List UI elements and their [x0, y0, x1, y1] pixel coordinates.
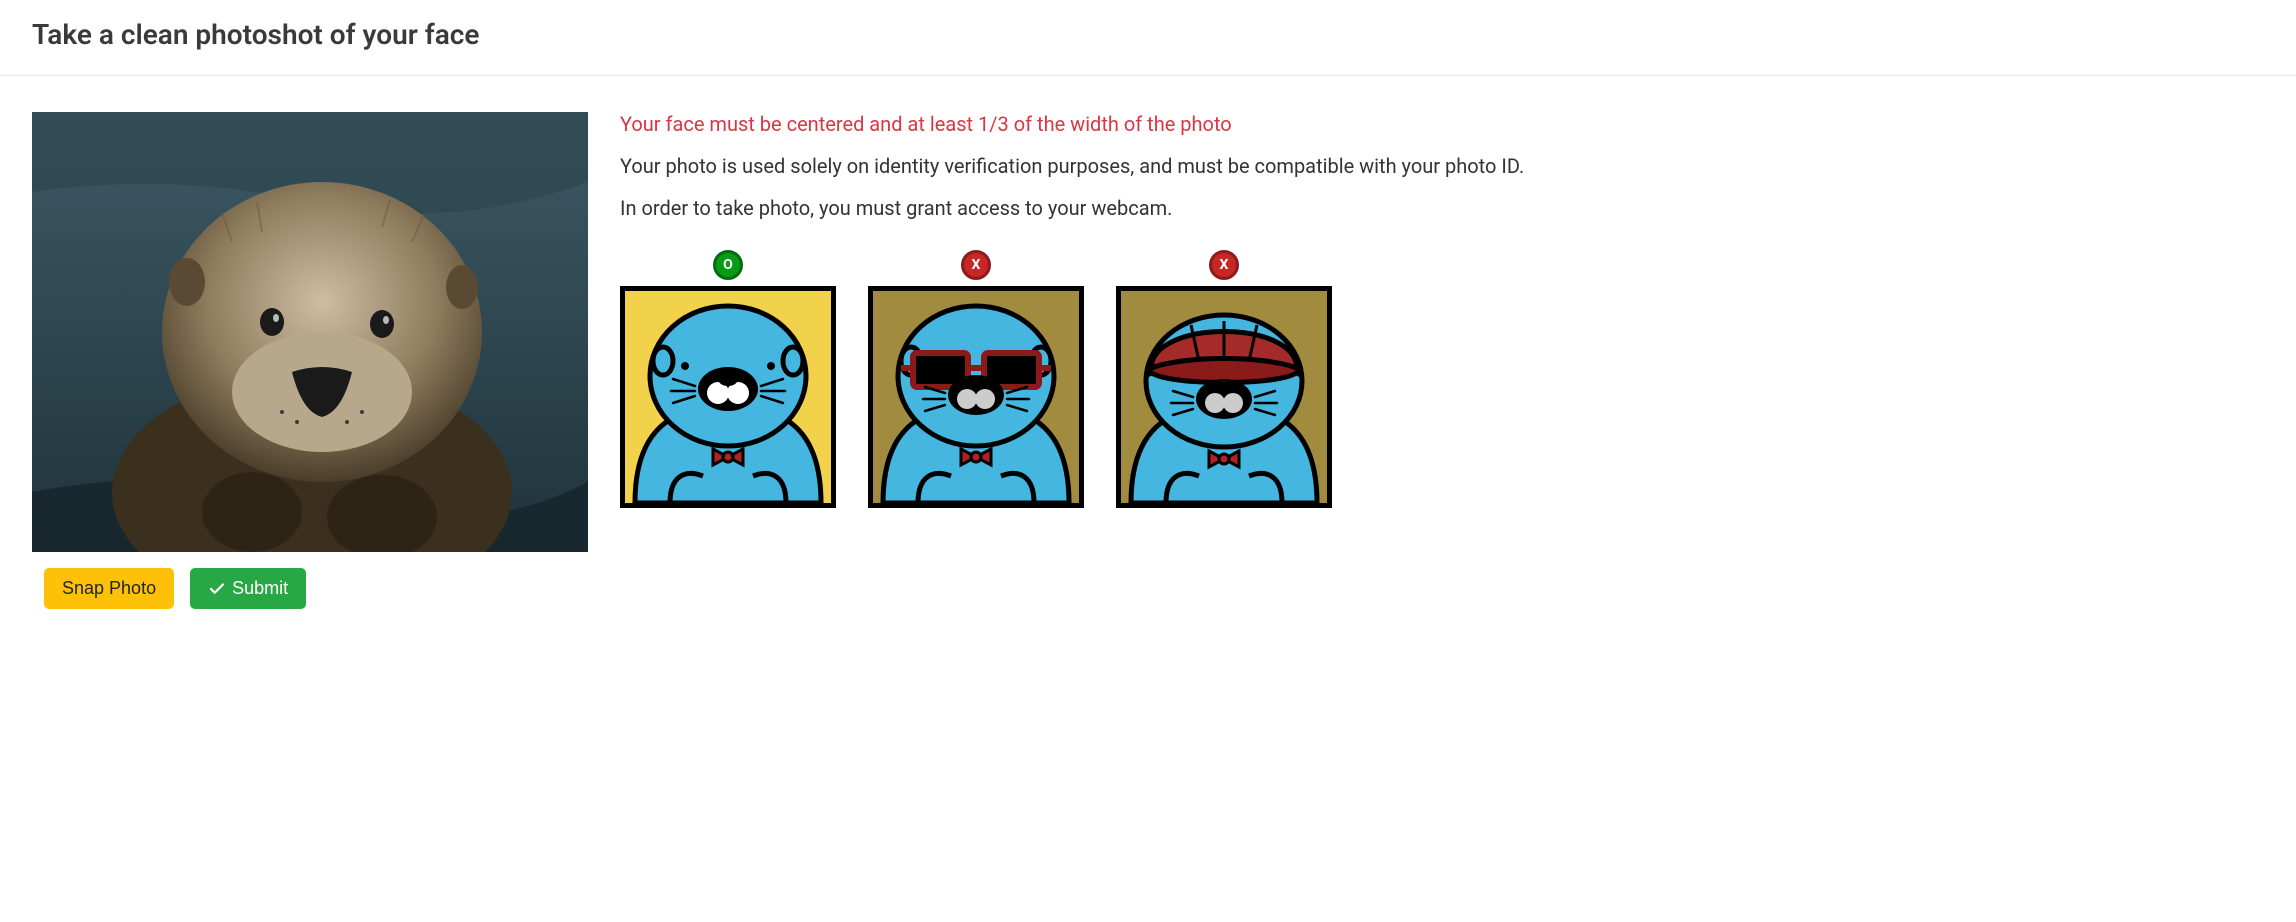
examples-row: O	[620, 250, 2264, 508]
example-good: O	[620, 250, 836, 508]
bad-badge-2-label: X	[1220, 257, 1229, 273]
snap-photo-label: Snap Photo	[62, 578, 156, 599]
info-text-1: Your photo is used solely on identity ve…	[620, 154, 2264, 178]
example-image-good	[620, 286, 836, 508]
example-bad-hat: X	[1116, 250, 1332, 508]
webcam-preview	[32, 112, 588, 552]
webcam-image	[32, 112, 588, 552]
example-image-hat	[1116, 286, 1332, 508]
example-bad-sunglasses: X	[868, 250, 1084, 508]
bad-badge-2: X	[1209, 250, 1239, 280]
bad-badge-label: X	[972, 257, 981, 273]
page-title: Take a clean photoshot of your face	[32, 18, 2264, 51]
check-icon	[208, 580, 226, 598]
right-column: Your face must be centered and at least …	[620, 112, 2264, 508]
page-header: Take a clean photoshot of your face	[0, 0, 2296, 76]
ok-badge: O	[713, 250, 743, 280]
ok-badge-label: O	[723, 257, 733, 273]
submit-label: Submit	[232, 578, 288, 599]
button-row: Snap Photo Submit	[32, 568, 588, 609]
snap-photo-button[interactable]: Snap Photo	[44, 568, 174, 609]
submit-button[interactable]: Submit	[190, 568, 306, 609]
warning-text: Your face must be centered and at least …	[620, 112, 2264, 136]
content-area: Snap Photo Submit Your face must be cent…	[0, 76, 2296, 645]
bad-badge: X	[961, 250, 991, 280]
example-image-sunglasses	[868, 286, 1084, 508]
left-column: Snap Photo Submit	[32, 112, 588, 609]
info-text-2: In order to take photo, you must grant a…	[620, 196, 2264, 220]
